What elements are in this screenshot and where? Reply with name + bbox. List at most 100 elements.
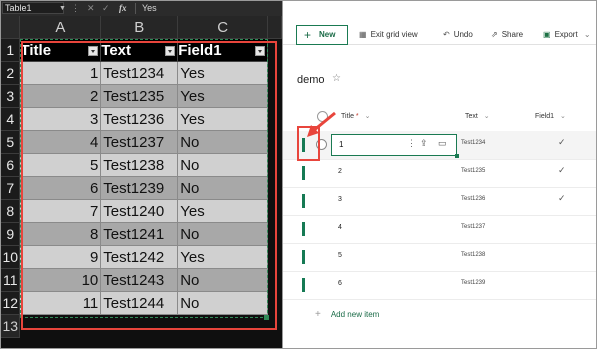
enter-check-icon[interactable]: ✓	[102, 2, 110, 14]
favorite-star-icon[interactable]: ☆	[332, 73, 341, 84]
title-edit-cell[interactable]: 1 ⋮ ⇪ ▭	[331, 134, 459, 158]
table-header-title[interactable]: Title	[19, 38, 102, 62]
row-header[interactable]: 6	[1, 153, 21, 177]
text-value[interactable]: Test1237	[461, 224, 485, 230]
cell-text[interactable]: Test1239	[100, 176, 179, 200]
list-row[interactable]: 2 Test1235 ✓	[283, 159, 596, 188]
list-row[interactable]: 3 Test1236 ✓	[283, 187, 596, 216]
cell-title[interactable]: 9	[19, 245, 102, 269]
column-header-text[interactable]: Text ⌄	[465, 112, 490, 120]
filter-dropdown-icon[interactable]	[255, 46, 266, 56]
cell-text[interactable]: Test1235	[100, 84, 179, 108]
text-value[interactable]: Test1239	[461, 280, 485, 286]
cell-field1[interactable]: Yes	[177, 84, 269, 108]
column-header-d[interactable]	[267, 16, 282, 39]
column-header-c[interactable]: C	[177, 16, 269, 39]
cell-text[interactable]: Test1244	[100, 291, 179, 315]
filter-dropdown-icon[interactable]	[165, 46, 176, 56]
export-button[interactable]: ▣ Export ⌄	[543, 29, 591, 41]
title-value[interactable]: 4	[338, 224, 342, 231]
text-value[interactable]: Test1235	[461, 168, 485, 174]
cell-field1[interactable]: Yes	[177, 107, 269, 131]
cell-field1[interactable]: No	[177, 153, 269, 177]
more-options-icon[interactable]: ⋮	[407, 138, 416, 149]
title-value[interactable]: 5	[338, 252, 342, 259]
row-header[interactable]: 7	[1, 176, 21, 200]
new-button[interactable]: + New	[296, 25, 348, 45]
cell-text[interactable]: Test1241	[100, 222, 179, 246]
table-header-field1[interactable]: Field1	[177, 38, 269, 62]
cell-text[interactable]: Test1237	[100, 130, 179, 154]
fill-handle[interactable]	[455, 154, 459, 158]
row-header[interactable]: 1	[1, 38, 21, 62]
column-header-title[interactable]: Title * ⌄	[341, 112, 370, 120]
cell-field1[interactable]: No	[177, 130, 269, 154]
text-value[interactable]: Test1234	[461, 140, 485, 146]
select-all-corner[interactable]	[1, 16, 21, 39]
table-header-text[interactable]: Text	[100, 38, 179, 62]
row-header[interactable]: 13	[1, 314, 21, 338]
list-row[interactable]: 6 Test1239	[283, 271, 596, 300]
add-new-item-link[interactable]: + Add new item	[315, 309, 379, 320]
cell-text[interactable]: Test1238	[100, 153, 179, 177]
cell-text[interactable]: Test1234	[100, 61, 179, 85]
row-header[interactable]: 9	[1, 222, 21, 246]
row-header[interactable]: 8	[1, 199, 21, 223]
cell-title[interactable]: 5	[19, 153, 102, 177]
cell-title[interactable]: 7	[19, 199, 102, 223]
chevron-down-icon: ⌄	[483, 113, 490, 120]
row-header[interactable]: 5	[1, 130, 21, 154]
row-header[interactable]: 2	[1, 61, 21, 85]
cell-title[interactable]: 6	[19, 176, 102, 200]
undo-button[interactable]: ↶ Undo	[443, 29, 473, 41]
exit-grid-view-button[interactable]: ▦ Exit grid view	[359, 29, 418, 41]
cell-title[interactable]: 8	[19, 222, 102, 246]
title-value[interactable]: 2	[338, 168, 342, 175]
insert-function-icon[interactable]: fx	[119, 2, 127, 14]
filter-dropdown-icon[interactable]	[88, 46, 99, 56]
cell-title[interactable]: 4	[19, 130, 102, 154]
name-box[interactable]: Table1 ▼	[2, 2, 66, 14]
field1-check-icon[interactable]: ✓	[558, 165, 566, 176]
list-row[interactable]: 4 Test1237	[283, 215, 596, 244]
text-value[interactable]: Test1236	[461, 196, 485, 202]
column-header-field1[interactable]: Field1 ⌄	[535, 112, 566, 120]
cell-text[interactable]: Test1243	[100, 268, 179, 292]
comment-icon[interactable]: ▭	[438, 138, 447, 149]
cell-title[interactable]: 1	[19, 61, 102, 85]
row-header[interactable]: 11	[1, 268, 21, 292]
row-header[interactable]: 12	[1, 291, 21, 315]
cell-text[interactable]: Test1236	[100, 107, 179, 131]
cell-field1[interactable]: Yes	[177, 61, 269, 85]
resize-handle[interactable]	[264, 315, 269, 320]
text-value[interactable]: Test1238	[461, 252, 485, 258]
title-value[interactable]: 6	[338, 280, 342, 287]
cell-field1[interactable]: No	[177, 291, 269, 315]
cell-field1[interactable]: Yes	[177, 245, 269, 269]
cell-title[interactable]: 2	[19, 84, 102, 108]
field1-check-icon[interactable]: ✓	[558, 193, 566, 204]
row-header[interactable]: 3	[1, 84, 21, 108]
cell-text[interactable]: Test1242	[100, 245, 179, 269]
row-status-bar	[302, 194, 305, 208]
chevron-down-icon[interactable]: ▼	[59, 3, 66, 14]
column-header-b[interactable]: B	[100, 16, 179, 39]
field1-check-icon[interactable]: ✓	[558, 137, 566, 148]
cell-text[interactable]: Test1240	[100, 199, 179, 223]
list-row[interactable]: 5 Test1238	[283, 243, 596, 272]
cell-field1[interactable]: No	[177, 268, 269, 292]
cancel-icon[interactable]: ✕	[87, 2, 95, 14]
cell-title[interactable]: 3	[19, 107, 102, 131]
cell-title[interactable]: 10	[19, 268, 102, 292]
title-value[interactable]: 3	[338, 196, 342, 203]
cell-title[interactable]: 11	[19, 291, 102, 315]
row-header[interactable]: 10	[1, 245, 21, 269]
cell-field1[interactable]: No	[177, 176, 269, 200]
row-header[interactable]: 4	[1, 107, 21, 131]
share-icon[interactable]: ⇪	[420, 138, 428, 149]
cell-field1[interactable]: No	[177, 222, 269, 246]
column-header-a[interactable]: A	[19, 16, 102, 39]
cell-field1[interactable]: Yes	[177, 199, 269, 223]
share-button[interactable]: ⇗ Share	[491, 29, 523, 41]
formula-input[interactable]: Yes	[142, 2, 157, 14]
